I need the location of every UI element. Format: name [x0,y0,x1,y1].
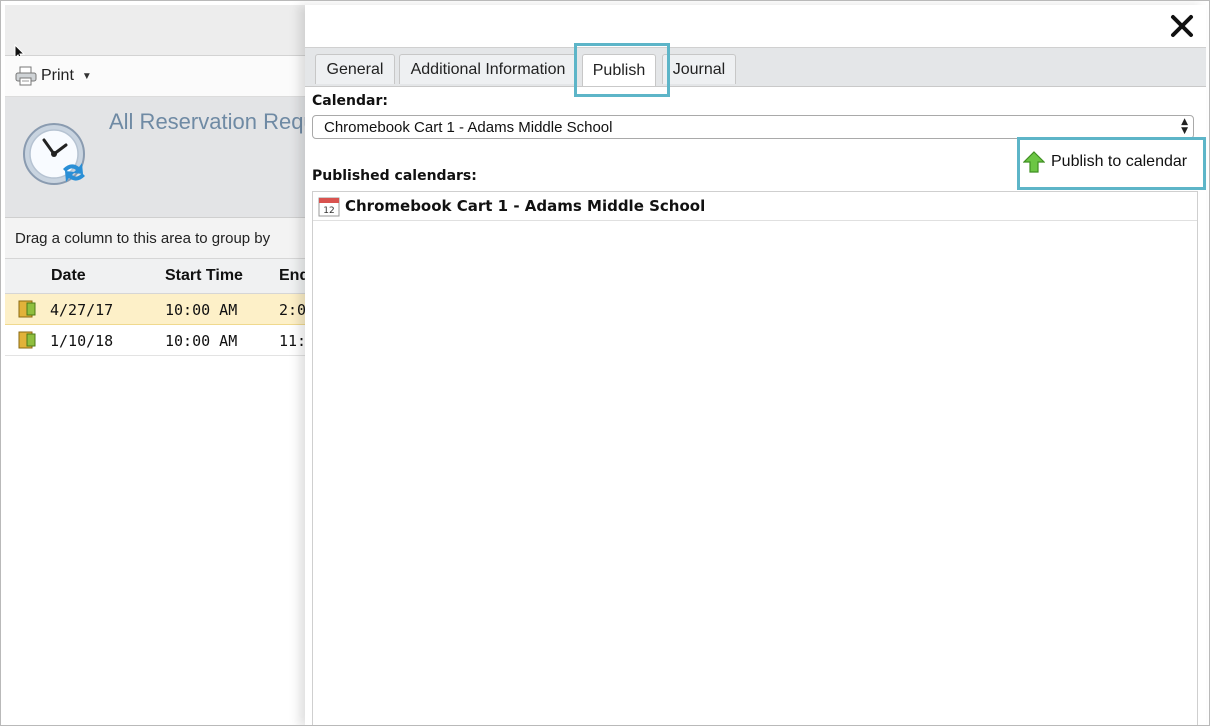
green-up-arrow-icon [1023,151,1045,173]
list-item[interactable]: 12 Chromebook Cart 1 - Adams Middle Scho… [313,192,1197,221]
cell-start-time: 10:00 AM [165,301,238,319]
column-header-start-time[interactable]: Start Time [165,267,243,285]
reservation-icon [18,300,36,318]
publish-button-label: Publish to calendar [1051,153,1188,170]
tab-journal[interactable]: Journal [662,54,736,84]
calendar-select[interactable]: Chromebook Cart 1 - Adams Middle School … [312,115,1194,139]
chevron-down-icon: ▼ [81,70,92,82]
printer-icon [15,66,37,86]
calendar-icon: 12 [318,197,340,217]
group-hint: Drag a column to this area to group by [15,230,271,247]
cell-date: 1/10/18 [50,332,114,350]
tab-general[interactable]: General [315,54,395,84]
published-calendars-label: Published calendars: [312,168,477,184]
select-arrows-icon: ▲ ▼ [1181,117,1188,136]
clock-refresh-icon [23,123,85,185]
publish-to-calendar-button[interactable]: Publish to calendar [1023,145,1187,179]
published-calendar-name: Chromebook Cart 1 - Adams Middle School [345,197,706,215]
print-label: Print [41,67,74,84]
published-calendars-list: 12 Chromebook Cart 1 - Adams Middle Scho… [312,191,1198,725]
app-window: Print ▼ All Reservation Requests Drag a … [0,0,1210,726]
tab-additional-information[interactable]: Additional Information [399,54,577,84]
panel-header [305,5,1206,47]
calendar-icon-number: 12 [323,206,334,216]
column-header-date[interactable]: Date [51,267,86,285]
close-icon[interactable] [1168,12,1196,40]
calendar-label: Calendar: [312,93,388,109]
tab-publish[interactable]: Publish [582,54,656,86]
calendar-select-value: Chromebook Cart 1 - Adams Middle School [324,119,613,136]
reservation-details-panel: General Additional Information Publish J… [305,5,1206,725]
cell-date: 4/27/17 [50,301,114,319]
print-button[interactable]: Print ▼ [15,65,92,87]
reservation-icon [18,331,36,349]
tab-bar: General Additional Information Publish J… [305,47,1206,87]
cell-start-time: 10:00 AM [165,332,238,350]
